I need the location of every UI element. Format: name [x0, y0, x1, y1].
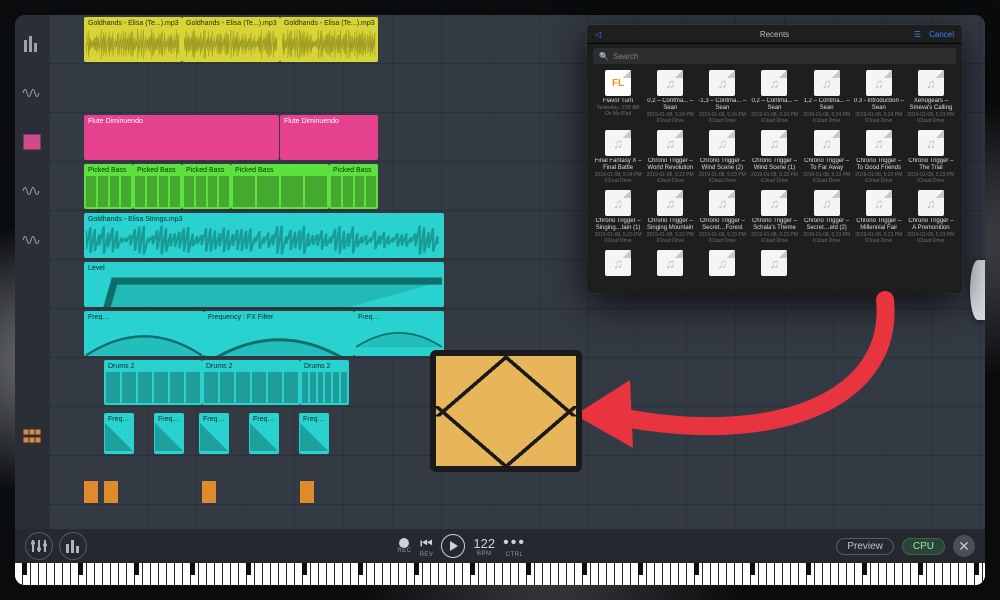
audio-clip[interactable]: Goldhands - Elisa (Te...).mp3: [280, 17, 378, 62]
file-item[interactable]: ♫ Chrono Trigger – Singing Mountain 2019…: [645, 190, 695, 248]
file-item[interactable]: FL Flavor Turn Yesterday, 3:55 AM On My …: [593, 70, 643, 128]
audio-clip[interactable]: Goldhands - Elisa Strings.mp3: [84, 213, 444, 258]
file-item[interactable]: ♫ Chrono Trigger – To Good Friends 2019-…: [854, 130, 904, 188]
spacer: [15, 264, 49, 411]
pattern-clip[interactable]: [202, 481, 216, 503]
file-browser-popup: ◁ Recents ☰ Cancel 🔍 Search FL Flavor Tu…: [587, 25, 962, 293]
file-item[interactable]: ♫ 1,2 – Contma... – Sean 2019-01-08, 5:2…: [802, 70, 852, 128]
ctrl-label: CTRL: [506, 552, 524, 558]
file-item[interactable]: ♫ Chrono Trigger – World Revolution 2019…: [645, 130, 695, 188]
file-item[interactable]: ♫: [749, 250, 799, 293]
ctrl-button[interactable]: •••CTRL: [503, 534, 526, 558]
close-button[interactable]: ✕: [953, 535, 975, 557]
cpu-indicator[interactable]: CPU: [902, 538, 945, 555]
piano-keyboard[interactable]: [15, 563, 985, 585]
file-item[interactable]: ♫ 0,2 – Contma... – Sean 2019-01-08, 5:2…: [749, 70, 799, 128]
file-item[interactable]: ♫ Chrono Trigger – Millennial Fair 2019-…: [854, 190, 904, 248]
file-grid: FL Flavor Turn Yesterday, 3:55 AM On My …: [587, 68, 962, 293]
bpm-display[interactable]: 122BPM: [473, 536, 495, 557]
file-item[interactable]: ♫ Chrono Trigger – A Premonition 2019-01…: [906, 190, 956, 248]
browse-back-button[interactable]: ◁: [595, 30, 601, 39]
levels-icon[interactable]: [59, 532, 87, 560]
pattern-clip[interactable]: Drums 2: [300, 360, 349, 405]
automation-clip[interactable]: Frequency : FX Filter: [204, 311, 354, 356]
file-search-field[interactable]: 🔍 Search: [593, 48, 956, 64]
bpm-label: BPM: [477, 551, 492, 557]
play-button[interactable]: [441, 534, 465, 558]
search-icon: 🔍: [599, 52, 609, 61]
piano-icon[interactable]: [15, 117, 49, 166]
file-item[interactable]: ♫ Chrono Trigger – Wind Scene (1) 2019-0…: [749, 130, 799, 188]
file-item[interactable]: ♫ Final Fantasy X – Final Battle 2019-01…: [593, 130, 643, 188]
rev-label: REV: [420, 552, 434, 558]
preview-button[interactable]: Preview: [836, 538, 894, 555]
mixer-icon[interactable]: [25, 532, 53, 560]
rewind-button[interactable]: ⏮REV: [420, 535, 434, 558]
layout-toggle-icon[interactable]: ☰: [914, 30, 921, 39]
waveform-icon-3[interactable]: [15, 215, 49, 264]
step-sequencer-icon[interactable]: [15, 411, 49, 460]
waveform-icon-2[interactable]: [15, 166, 49, 215]
file-item[interactable]: ♫ Chrono Trigger – Secret…eld (2) 2019-0…: [802, 190, 852, 248]
file-browser-header: ◁ Recents ☰ Cancel: [587, 25, 962, 44]
file-item[interactable]: ♫ 0.3 - Introduction – Sean 2019-01-08, …: [854, 70, 904, 128]
automation-clip[interactable]: Freq…: [299, 413, 329, 454]
search-placeholder: Search: [613, 52, 638, 61]
midi-clip[interactable]: Picked Bass: [231, 164, 329, 209]
file-item[interactable]: ♫ Chrono Trigger – Schala's Theme 2019-0…: [749, 190, 799, 248]
pattern-clip[interactable]: [84, 481, 98, 503]
envelope-icon: [430, 350, 582, 472]
side-drawer-handle[interactable]: [970, 260, 985, 320]
file-item[interactable]: ♫ Chrono Trigger – To Far Away Times 201…: [802, 130, 852, 188]
meter-icon[interactable]: [15, 19, 49, 68]
pattern-clip[interactable]: Drums 2: [104, 360, 202, 405]
bpm-value: 122: [473, 536, 495, 551]
midi-clip[interactable]: Picked Bass: [84, 164, 133, 209]
midi-clip[interactable]: Picked Bass: [182, 164, 231, 209]
rec-label: REC: [397, 548, 411, 554]
file-browser-title: Recents: [760, 30, 789, 39]
file-item[interactable]: ♫: [645, 250, 695, 293]
pattern-clip[interactable]: [300, 481, 314, 503]
midi-clip[interactable]: Picked Bass: [133, 164, 182, 209]
file-item[interactable]: ♫ Xenogears – Smeva's Calling 2019-01-08…: [906, 70, 956, 128]
file-item[interactable]: ♫ -1,3 – Contma... – Sean 2019-01-08, 5:…: [697, 70, 747, 128]
midi-clip[interactable]: Picked Bass: [329, 164, 378, 209]
automation-clip[interactable]: Freq…: [154, 413, 184, 454]
midi-clip[interactable]: Flute Diminuendo: [280, 115, 378, 160]
automation-clip[interactable]: Freq…: [354, 311, 444, 356]
automation-clip[interactable]: Freq…: [199, 413, 229, 454]
automation-clip[interactable]: Freq…: [249, 413, 279, 454]
automation-clip[interactable]: Level: [84, 262, 444, 307]
audio-clip[interactable]: Goldhands - Elisa (Te...).mp3: [182, 17, 280, 62]
waveform-icon[interactable]: [15, 68, 49, 117]
file-item[interactable]: ♫ Chrono Trigger – Wind Scene (2) 2019-0…: [697, 130, 747, 188]
transport-bar: REC ⏮REV 122BPM •••CTRL Preview CPU ✕: [15, 529, 985, 563]
pattern-clip[interactable]: Drums 2: [202, 360, 300, 405]
file-item[interactable]: ♫ 0,2 – Contma... – Sean 2019-01-08, 5:2…: [645, 70, 695, 128]
track-type-toolbar: [15, 15, 49, 529]
midi-clip[interactable]: Flute Diminuendo: [84, 115, 279, 160]
pattern-clip[interactable]: [104, 481, 118, 503]
record-button[interactable]: REC: [397, 538, 411, 554]
file-item[interactable]: ♫: [697, 250, 747, 293]
file-item[interactable]: ♫ Chrono Trigger – The Trial 2019-01-08,…: [906, 130, 956, 188]
automation-clip[interactable]: Freq…: [104, 413, 134, 454]
cancel-button[interactable]: Cancel: [929, 30, 954, 39]
file-item[interactable]: ♫: [593, 250, 643, 293]
audio-clip[interactable]: Goldhands - Elisa (Te...).mp3: [84, 17, 182, 62]
automation-clip[interactable]: Freq…: [84, 311, 204, 356]
file-item[interactable]: ♫ Chrono Trigger – Secret…Forest 2019-01…: [697, 190, 747, 248]
file-item[interactable]: ♫ Chrono Trigger – Singing…tain (1) 2019…: [593, 190, 643, 248]
